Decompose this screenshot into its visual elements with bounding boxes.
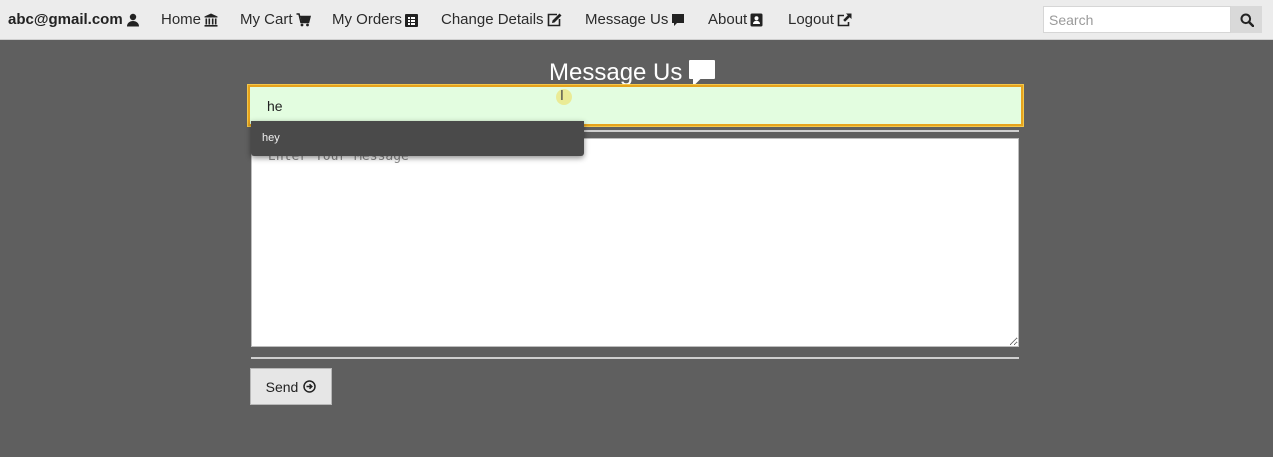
send-label: Send	[265, 378, 299, 395]
nav-about-label: About	[708, 11, 748, 28]
nav-user[interactable]: abc@gmail.com	[8, 0, 140, 40]
search-wrap	[1043, 6, 1231, 33]
nav-logout-label: Logout	[788, 11, 834, 28]
autocomplete-option[interactable]: hey	[262, 132, 280, 144]
nav-about[interactable]: About	[708, 0, 763, 40]
list-icon	[405, 13, 419, 27]
nav-logout[interactable]: Logout	[788, 0, 852, 40]
mouse-highlight	[556, 89, 572, 105]
user-email: abc@gmail.com	[8, 11, 123, 28]
nav-my-orders[interactable]: My Orders	[332, 0, 419, 40]
arrow-circle-right-icon	[303, 380, 317, 393]
address-card-icon	[750, 13, 763, 27]
page-title-text: Message Us	[549, 59, 683, 86]
divider	[251, 357, 1019, 359]
nav-change-details-label: Change Details	[441, 11, 544, 28]
comment-icon	[688, 59, 716, 87]
nav-change-details[interactable]: Change Details	[441, 0, 562, 40]
nav-home[interactable]: Home	[161, 0, 218, 40]
search-button[interactable]	[1231, 6, 1262, 33]
search-icon	[1240, 13, 1254, 27]
search-input[interactable]	[1043, 6, 1231, 33]
navbar: abc@gmail.com Home My Cart My Orders Cha…	[0, 0, 1273, 40]
nav-message-us-label: Message Us	[585, 11, 669, 28]
cart-icon	[296, 13, 311, 27]
nav-home-label: Home	[161, 11, 202, 28]
logout-icon	[837, 13, 852, 27]
message-textarea[interactable]	[251, 138, 1019, 347]
nav-message-us[interactable]: Message Us	[585, 0, 685, 40]
edit-icon	[547, 13, 562, 27]
subject-input[interactable]	[248, 85, 1023, 126]
autocomplete-dropdown: hey	[251, 121, 584, 156]
text-cursor-icon: Ι	[560, 89, 564, 104]
comment-icon	[671, 13, 685, 27]
bank-icon	[204, 13, 218, 27]
nav-my-orders-label: My Orders	[332, 11, 403, 28]
send-button[interactable]: Send	[250, 368, 332, 405]
nav-my-cart[interactable]: My Cart	[240, 0, 311, 40]
nav-my-cart-label: My Cart	[240, 11, 293, 28]
user-icon	[126, 13, 140, 27]
